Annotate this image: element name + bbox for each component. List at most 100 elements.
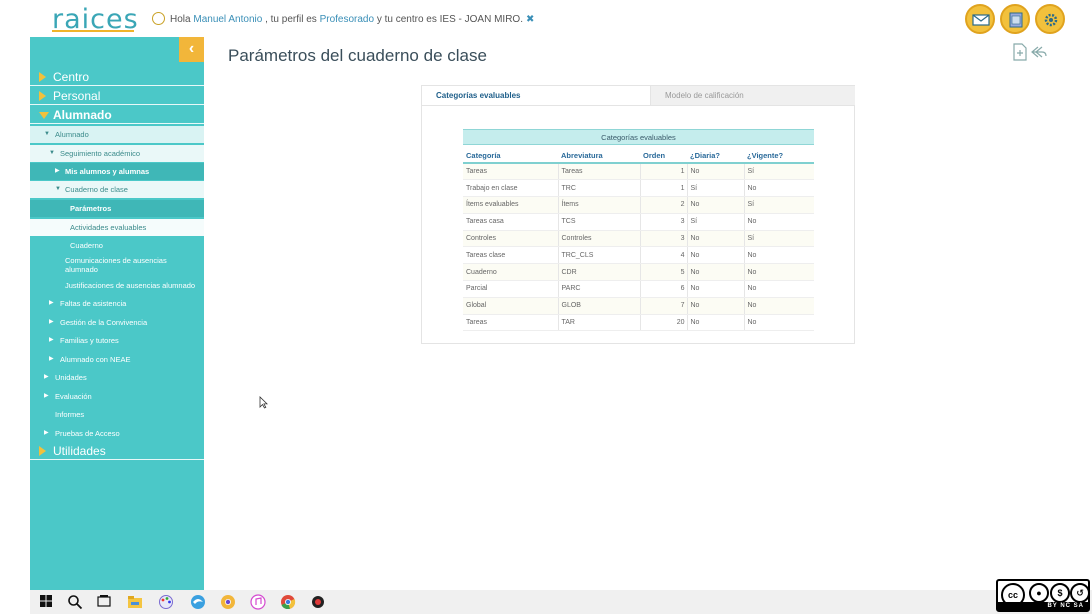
item-label: Cuaderno	[70, 241, 103, 250]
sidebar-item-mis-alumnos[interactable]: ▶ Mis alumnos y alumnas	[30, 163, 204, 180]
by-icon: ●	[1029, 583, 1049, 603]
table-cell: No	[687, 297, 745, 315]
change-center-icon[interactable]: ✖	[526, 14, 534, 25]
section-label: Alumnado	[53, 108, 112, 122]
table-row[interactable]: Ítems evaluables Ítems 2 No Sí	[463, 196, 814, 214]
table-cell: Sí	[744, 230, 814, 248]
sidebar-section-alumnado[interactable]: Alumnado	[30, 107, 204, 124]
collapse-sidebar-button[interactable]: ‹	[179, 37, 204, 62]
sidebar-item-parametros[interactable]: Parámetros	[30, 200, 204, 217]
sidebar-item-pruebas[interactable]: ▶ Pruebas de Acceso	[30, 425, 204, 442]
item-label: Seguimiento académico	[60, 149, 141, 158]
caret-right-icon: ▶	[49, 337, 54, 343]
file-explorer-icon[interactable]	[127, 594, 143, 610]
sidebar-item-informes[interactable]: Informes	[30, 406, 204, 423]
edge-browser-icon[interactable]	[190, 594, 206, 610]
item-label: Actividades evaluables	[70, 223, 147, 232]
table-cell: Controles	[463, 230, 559, 248]
sidebar-item-faltas[interactable]: ▶ Faltas de asistencia	[30, 295, 204, 312]
table-row[interactable]: Controles Controles 3 No Sí	[463, 230, 814, 248]
sidebar-section-centro[interactable]: Centro	[30, 69, 204, 86]
settings-icon[interactable]	[1035, 4, 1065, 34]
nc-icon: $	[1050, 583, 1070, 603]
table-row[interactable]: Tareas casa TCS 3 Sí No	[463, 213, 814, 231]
sidebar-item-actividades[interactable]: Actividades evaluables	[30, 219, 204, 236]
table-cell: Ítems evaluables	[463, 196, 559, 214]
user-greeting: Hola Manuel Antonio , tu perfil es Profe…	[152, 12, 534, 25]
item-label: Evaluación	[55, 392, 92, 401]
tab-categorias[interactable]: Categorías evaluables	[422, 86, 650, 106]
mail-icon[interactable]	[965, 4, 995, 34]
table-cell: Tareas casa	[463, 213, 559, 231]
table-row[interactable]: Tareas TAR 20 No No	[463, 314, 814, 332]
page-title: Parámetros del cuaderno de clase	[228, 46, 487, 65]
expand-arrow-icon	[39, 446, 46, 456]
sidebar-item-unidades[interactable]: ▶ Unidades	[30, 369, 204, 386]
item-label: Comunicaciones de ausencias alumnado	[65, 256, 167, 274]
column-header[interactable]: Orden	[640, 148, 687, 164]
user-name[interactable]: Manuel Antonio	[193, 14, 262, 25]
table-cell: TRC	[558, 179, 641, 198]
itunes-icon[interactable]	[250, 594, 266, 610]
table-cell: Sí	[687, 213, 745, 231]
logo-underline	[52, 30, 134, 32]
table-row[interactable]: Tareas clase TRC_CLS 4 No No	[463, 246, 814, 265]
expand-arrow-icon	[39, 91, 46, 101]
back-icon[interactable]	[1030, 43, 1048, 66]
chrome-canary-icon[interactable]	[220, 594, 236, 610]
recorder-icon[interactable]	[310, 594, 326, 610]
sa-icon: ↺	[1070, 583, 1090, 603]
table-row[interactable]: Trabajo en clase TRC 1 Sí No	[463, 179, 814, 198]
categories-panel: Categorías evaluables Modelo de califica…	[421, 85, 855, 344]
search-icon[interactable]	[67, 594, 83, 610]
section-label: Centro	[53, 70, 90, 84]
caret-down-icon: ▼	[55, 186, 61, 192]
table-cell: 1	[640, 179, 688, 198]
table-cell: No	[744, 280, 814, 298]
column-header[interactable]: ¿Vigente?	[744, 148, 814, 164]
table-cell: TRC_CLS	[558, 246, 641, 265]
sidebar-item-convivencia[interactable]: ▶ Gestión de la Convivencia	[30, 314, 204, 331]
table-row[interactable]: Tareas Tareas 1 No Sí	[463, 163, 814, 181]
caret-right-icon: ▶	[44, 374, 49, 380]
column-header[interactable]: Categoría	[463, 148, 558, 164]
item-label: Cuaderno de clase	[65, 185, 128, 194]
table-row[interactable]: Cuaderno CDR 5 No No	[463, 263, 814, 282]
table-cell: Trabajo en clase	[463, 179, 559, 198]
sidebar-item-familias[interactable]: ▶ Familias y tutores	[30, 332, 204, 349]
sidebar: ‹ Centro Personal Alumnado ▼ Alumnado ▼ Se…	[30, 37, 204, 590]
table-cell: Tareas	[463, 314, 559, 332]
sidebar-item-cuaderno[interactable]: Cuaderno	[30, 237, 204, 254]
profile-link[interactable]: Profesorado	[320, 14, 374, 25]
column-header[interactable]: Abreviatura	[558, 148, 640, 164]
sidebar-section-utilidades[interactable]: Utilidades	[30, 443, 204, 460]
caret-right-icon: ▶	[55, 168, 60, 174]
table-cell: 6	[640, 280, 688, 298]
item-label: Informes	[55, 410, 85, 419]
table-cell: No	[687, 163, 745, 181]
chrome-icon[interactable]	[280, 594, 296, 610]
table-row[interactable]: Global GLOB 7 No No	[463, 297, 814, 315]
mouse-cursor	[259, 396, 268, 414]
windows-start-icon[interactable]	[39, 594, 55, 610]
sidebar-item-seguimiento[interactable]: ▼ Seguimiento académico	[30, 145, 204, 162]
item-label: Familias y tutores	[60, 336, 119, 345]
task-view-icon[interactable]	[96, 594, 112, 610]
tab-modelo[interactable]: Modelo de calificación	[650, 86, 855, 106]
sidebar-section-personal[interactable]: Personal	[30, 88, 204, 105]
table-cell: No	[687, 280, 745, 298]
sidebar-item-neae[interactable]: ▶ Alumnado con NEAE	[30, 351, 204, 368]
caret-right-icon: ▶	[44, 393, 49, 399]
documents-icon[interactable]	[1000, 4, 1030, 34]
column-header[interactable]: ¿Diaria?	[687, 148, 744, 164]
sidebar-item-comunicaciones[interactable]: Comunicaciones de ausencias alumnado	[30, 256, 204, 278]
item-label: Mis alumnos y alumnas	[65, 167, 150, 176]
sidebar-item-evaluacion[interactable]: ▶ Evaluación	[30, 388, 204, 405]
paint-icon[interactable]	[158, 594, 174, 610]
table-row[interactable]: Parcial PARC 6 No No	[463, 280, 814, 298]
sidebar-item-cuaderno-clase[interactable]: ▼ Cuaderno de clase	[30, 181, 204, 198]
table-cell: No	[744, 213, 814, 231]
sidebar-item-justificaciones[interactable]: Justificaciones de ausencias alumnado	[30, 277, 204, 294]
sidebar-item-alumnado[interactable]: ▼ Alumnado	[30, 126, 204, 143]
export-icon[interactable]	[1012, 43, 1028, 66]
